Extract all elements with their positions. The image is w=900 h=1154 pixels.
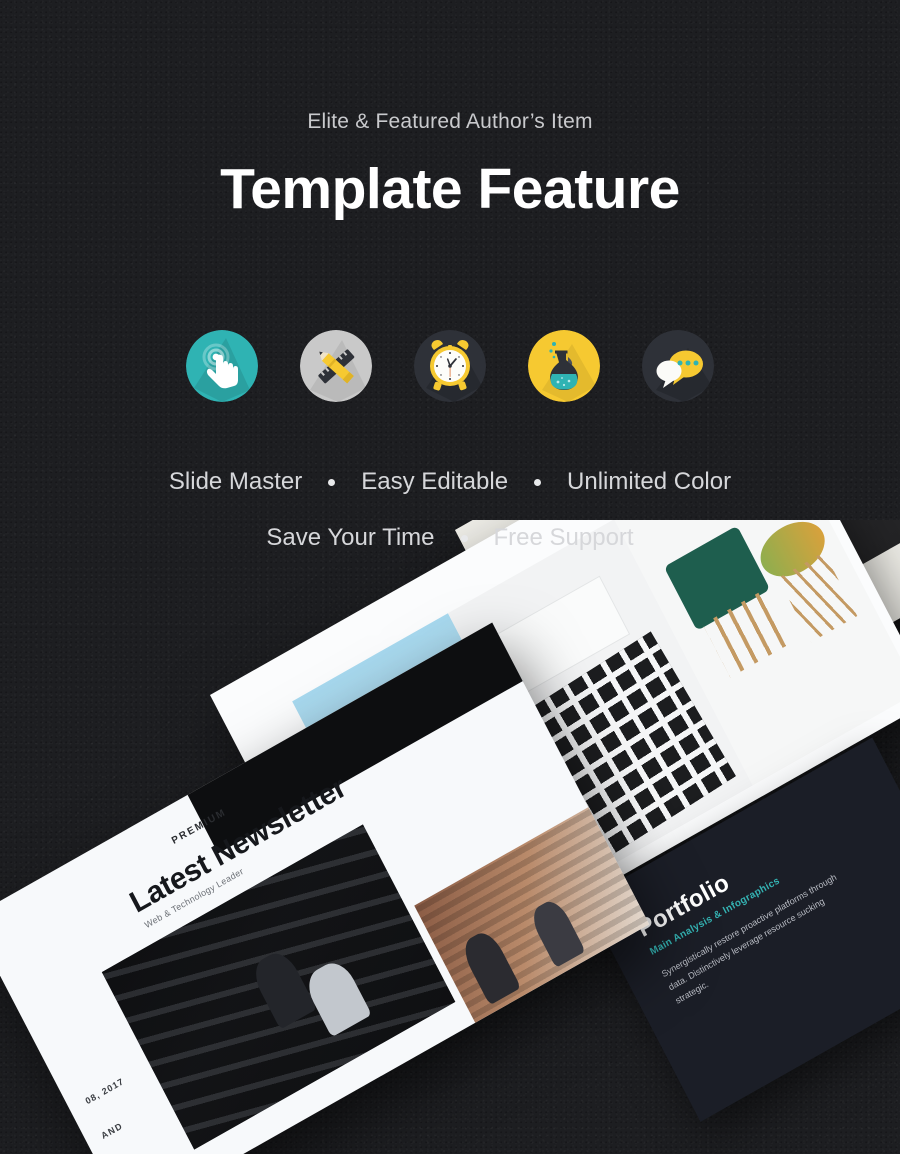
- pencil-ruler-icon[interactable]: [300, 330, 372, 402]
- feature-label: Save Your Time: [266, 524, 435, 551]
- eyebrow-text: Elite & Featured Author’s Item: [307, 110, 593, 133]
- slide-mockup-stage: Portfolio Main Analysis & Infographics S…: [0, 520, 900, 1154]
- bullet-separator-icon: [328, 478, 336, 486]
- page-title: Template Feature: [220, 157, 680, 221]
- alarm-clock-icon[interactable]: [414, 330, 486, 402]
- feature-line-2: Save Your Time Free Support: [0, 524, 900, 552]
- chat-bubbles-icon[interactable]: [642, 330, 714, 402]
- feature-label: Unlimited Color: [567, 468, 732, 495]
- click-hand-icon[interactable]: [186, 330, 258, 402]
- bullet-separator-icon: [534, 478, 542, 486]
- feature-label: Slide Master: [168, 468, 303, 495]
- header: Elite & Featured Author’s Item Template …: [0, 0, 900, 222]
- newsletter-kicker: AND: [99, 1120, 125, 1141]
- bullet-separator-icon: [460, 534, 468, 542]
- newsletter-date: 08, 2017: [83, 1076, 126, 1107]
- feature-icon-row: [0, 330, 900, 402]
- feature-list: Slide Master Easy Editable Unlimited Col…: [0, 468, 900, 552]
- flask-icon[interactable]: [528, 330, 600, 402]
- feature-line-1: Slide Master Easy Editable Unlimited Col…: [0, 468, 900, 496]
- feature-label: Free Support: [493, 524, 634, 551]
- feature-label: Easy Editable: [361, 468, 509, 495]
